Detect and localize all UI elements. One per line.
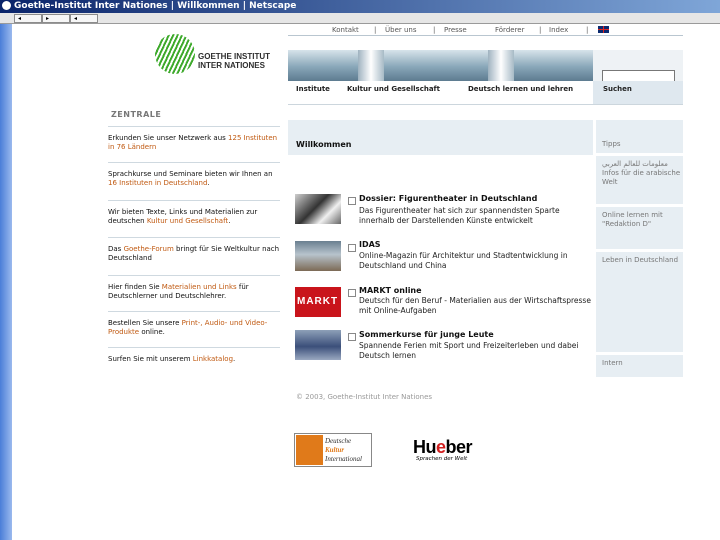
right-item-leben[interactable]: Leben in Deutschland [596, 252, 683, 352]
separator: | [433, 26, 436, 34]
left-info-item: Wir bieten Texte, Links und Materialien … [108, 200, 280, 226]
link-foerderer[interactable]: Förderer [495, 26, 524, 34]
forward-button[interactable]: ▸ [42, 14, 70, 23]
column-image [488, 50, 514, 81]
news-thumbnail[interactable] [295, 241, 341, 271]
left-info-item: Bestellen Sie unsere Print-, Audio- und … [108, 311, 280, 337]
logo-wordmark[interactable]: GOETHE INSTITUT INTER NATIONES [198, 52, 270, 70]
hueber-partner-logo[interactable]: Hueber Sprachen der Welt [413, 437, 489, 463]
left-info-item: Hier finden Sie Materialien und Links fü… [108, 275, 280, 301]
browser-title-bar: Goethe-Institut Inter Nationes | Willkom… [0, 0, 720, 13]
back-button[interactable]: ◂ [14, 14, 42, 23]
news-title[interactable]: Dossier: Figurentheater in Deutschland [359, 194, 537, 203]
separator: | [586, 26, 589, 34]
news-thumbnail[interactable] [295, 330, 341, 360]
logo-line-1: GOETHE INSTITUT [198, 52, 270, 61]
goethe-logo-icon[interactable] [155, 34, 195, 74]
news-thumbnail[interactable] [295, 194, 341, 224]
nav-kultur[interactable]: Kultur und Gesellschaft [347, 85, 440, 93]
header-banner-image [288, 50, 593, 81]
arrow-link-icon[interactable] [348, 333, 356, 341]
arrow-link-icon[interactable] [348, 244, 356, 252]
arrow-link-icon[interactable] [348, 289, 356, 297]
separator: | [374, 26, 377, 34]
inline-link[interactable]: Linkkatalog [193, 355, 233, 363]
nav-institute[interactable]: Institute [296, 85, 330, 93]
news-body: Spannende Ferien mit Sport und Freizeite… [359, 341, 579, 360]
dki-partner-logo[interactable]: Deutsche Kultur International [294, 433, 372, 467]
news-title[interactable]: MARKT online [359, 286, 422, 295]
markt-thumbnail-label: MARKT [297, 296, 339, 307]
search-button[interactable]: Suchen [603, 85, 632, 93]
link-presse[interactable]: Presse [444, 26, 467, 34]
nav-deutsch-lernen[interactable]: Deutsch lernen und lehren [468, 85, 573, 93]
inline-link[interactable]: 16 Instituten in Deutschland [108, 179, 207, 187]
english-flag-icon[interactable] [598, 26, 609, 33]
browser-logo-icon [2, 1, 11, 10]
link-kontakt[interactable]: Kontakt [332, 26, 359, 34]
left-info-item: Das Goethe-Forum bringt für Sie Weltkult… [108, 237, 280, 263]
sidebar-title: ZENTRALE [111, 110, 162, 119]
reload-button[interactable]: ◂ [70, 14, 98, 23]
right-item-intern[interactable]: Intern [596, 355, 683, 377]
link-ueber-uns[interactable]: Über uns [385, 26, 417, 34]
dki-logo-mark [296, 435, 323, 465]
arrow-link-icon[interactable] [348, 197, 356, 205]
window-title: Goethe-Institut Inter Nationes | Willkom… [14, 1, 297, 11]
left-info-item: Surfen Sie mit unserem Linkkatalog. [108, 347, 280, 364]
separator: | [539, 26, 542, 34]
news-body: Deutsch für den Beruf - Materialien aus … [359, 296, 591, 315]
page-title: Willkommen [296, 140, 352, 149]
inline-link[interactable]: Goethe-Forum [124, 245, 174, 253]
link-index[interactable]: Index [549, 26, 568, 34]
news-thumbnail[interactable]: MARKT [295, 287, 341, 317]
left-info-item: Sprachkurse und Seminare bieten wir Ihne… [108, 162, 280, 188]
news-title[interactable]: Sommerkurse für junge Leute [359, 330, 494, 339]
slide-left-band [0, 24, 12, 540]
left-info-item: Erkunden Sie unser Netzwerk aus 125 Inst… [108, 126, 280, 152]
news-body: Online-Magazin für Architektur und Stadt… [359, 251, 568, 270]
copyright-text: © 2003, Goethe-Institut Inter Nationes [296, 393, 433, 401]
right-item-tipps[interactable]: Tipps [596, 120, 683, 153]
right-item-online-lernen[interactable]: Online lernen mit "Redaktion D" [596, 207, 683, 249]
inline-link[interactable]: Materialien und Links [162, 283, 237, 291]
inline-link[interactable]: Kultur und Gesellschaft [147, 217, 228, 225]
column-image [358, 50, 384, 81]
welcome-panel [288, 120, 593, 155]
news-body: Das Figurentheater hat sich zur spannend… [359, 206, 560, 225]
news-title[interactable]: IDAS [359, 240, 381, 249]
logo-line-2: INTER NATIONES [198, 61, 265, 70]
right-item-arabic[interactable]: معلومات للعالم العربي Infos für die arab… [596, 156, 683, 204]
